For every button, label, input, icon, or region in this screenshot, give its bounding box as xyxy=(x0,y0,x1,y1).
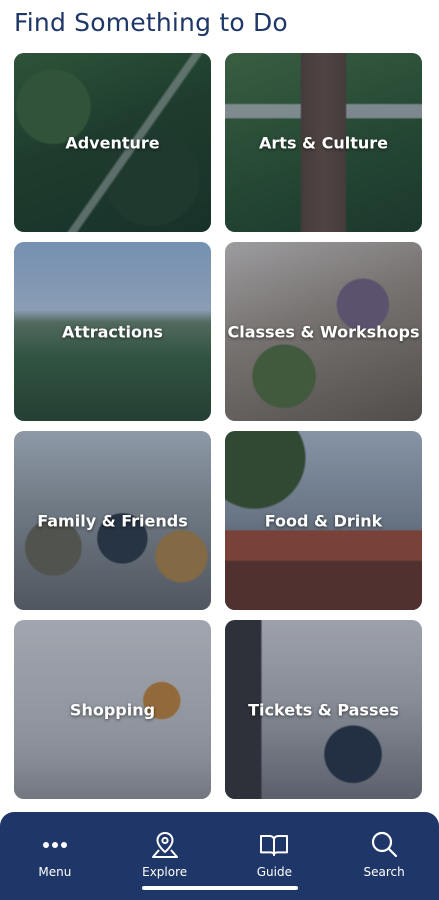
nav-label: Menu xyxy=(38,865,72,879)
tile-family-friends[interactable]: Family & Friends xyxy=(14,431,211,610)
nav-label: Explore xyxy=(142,865,188,879)
tile-label: Arts & Culture xyxy=(259,133,388,152)
nav-label: Guide xyxy=(256,865,292,879)
tile-classes-workshops[interactable]: Classes & Workshops xyxy=(225,242,422,421)
tile-label: Shopping xyxy=(69,700,156,719)
more-dots-icon xyxy=(40,830,70,860)
map-pin-icon xyxy=(150,830,180,860)
tile-tickets-passes[interactable]: Tickets & Passes xyxy=(225,620,422,799)
tile-label: Family & Friends xyxy=(37,511,188,530)
tile-arts-culture[interactable]: Arts & Culture xyxy=(225,53,422,232)
tile-label: Food & Drink xyxy=(264,511,383,530)
tile-label: Tickets & Passes xyxy=(248,700,399,719)
open-book-icon xyxy=(259,830,289,860)
category-grid: Adventure Arts & Culture Attractions Cla… xyxy=(0,0,439,812)
tile-shopping[interactable]: Shopping xyxy=(14,620,211,799)
tile-label: Classes & Workshops xyxy=(227,322,420,341)
tile-adventure[interactable]: Adventure xyxy=(14,53,211,232)
nav-guide[interactable]: Guide xyxy=(229,830,319,879)
home-indicator xyxy=(142,886,298,890)
nav-search[interactable]: Search xyxy=(339,830,429,879)
tile-attractions[interactable]: Attractions xyxy=(14,242,211,421)
nav-label: Search xyxy=(363,865,405,879)
search-icon xyxy=(369,830,399,860)
nav-explore[interactable]: Explore xyxy=(120,830,210,879)
tile-label: Attractions xyxy=(62,322,163,341)
nav-menu[interactable]: Menu xyxy=(10,830,100,879)
tile-food-drink[interactable]: Food & Drink xyxy=(225,431,422,610)
tile-label: Adventure xyxy=(65,133,160,152)
